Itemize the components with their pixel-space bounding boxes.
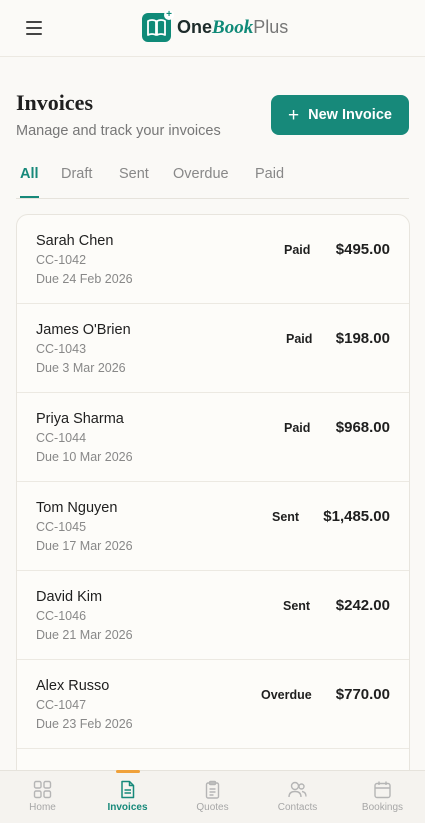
due-date: Due 3 Mar 2026 [36, 361, 126, 375]
invoice-row[interactable]: Priya Sharma CC-1044 Due 10 Mar 2026 Pai… [17, 393, 409, 482]
tab-sent[interactable]: Sent [119, 166, 149, 196]
page-subtitle: Manage and track your invoices [16, 123, 221, 139]
new-invoice-label: New Invoice [308, 107, 392, 123]
invoice-amount: $1,485.00 [323, 508, 390, 525]
brand-name: OneBookPlus [177, 17, 288, 39]
due-date: Due 10 Mar 2026 [36, 450, 133, 464]
invoice-amount: $495.00 [335, 241, 390, 258]
invoice-row[interactable]: David Kim CC-1046 Due 21 Mar 2026 Sent $… [17, 571, 409, 660]
invoice-row[interactable]: James O'Brien CC-1043 Due 3 Mar 2026 Pai… [17, 304, 409, 393]
nav-contacts[interactable]: Contacts [255, 771, 340, 823]
invoice-filter-tabs: All Draft Sent Overdue Paid [16, 160, 409, 199]
invoice-row[interactable]: Alex Russo CC-1047 Due 23 Feb 2026 Overd… [17, 660, 409, 749]
invoice-list: Sarah Chen CC-1042 Due 24 Feb 2026 Paid … [16, 214, 410, 823]
tab-all[interactable]: All [20, 166, 39, 198]
status-badge: Sent [283, 599, 311, 613]
invoice-number: CC-1047 [36, 698, 87, 712]
client-name: Tom Nguyen [36, 500, 118, 516]
due-date: Due 17 Mar 2026 [36, 539, 133, 553]
client-name: Alex Russo [36, 678, 110, 694]
active-indicator [116, 770, 140, 773]
invoice-number: CC-1046 [36, 609, 87, 623]
invoice-amount: $770.00 [335, 686, 390, 703]
document-icon [121, 780, 135, 799]
due-date: Due 21 Mar 2026 [36, 628, 133, 642]
client-name: Priya Sharma [36, 411, 124, 427]
tab-overdue[interactable]: Overdue [173, 166, 229, 196]
tab-paid[interactable]: Paid [255, 166, 284, 196]
status-badge: Paid [284, 421, 311, 435]
client-name: Sarah Chen [36, 233, 114, 249]
book-icon: + [142, 10, 174, 42]
nav-invoices-label: Invoices [107, 802, 148, 813]
client-name: James O'Brien [36, 322, 131, 338]
invoice-amount: $968.00 [335, 419, 390, 436]
bottom-navigation: Home Invoices Quotes Contacts Bookings [0, 770, 425, 823]
client-name: David Kim [36, 589, 103, 605]
invoice-row[interactable]: Sarah Chen CC-1042 Due 24 Feb 2026 Paid … [17, 215, 409, 304]
nav-home-label: Home [29, 802, 56, 813]
invoice-amount: $242.00 [335, 597, 390, 614]
new-invoice-button[interactable]: + New Invoice [271, 95, 409, 135]
brand-name-book: Book [212, 16, 254, 38]
brand-name-one: One [177, 16, 213, 37]
hamburger-menu-icon[interactable] [26, 21, 42, 35]
nav-home[interactable]: Home [0, 771, 85, 823]
nav-contacts-label: Contacts [277, 802, 318, 813]
nav-quotes[interactable]: Quotes [170, 771, 255, 823]
users-icon [288, 781, 307, 798]
invoice-amount: $198.00 [335, 330, 390, 347]
tab-draft[interactable]: Draft [61, 166, 92, 196]
status-badge: Overdue [261, 688, 312, 702]
brand-logo[interactable]: + OneBookPlus [142, 10, 288, 42]
top-bar: + OneBookPlus [0, 0, 425, 57]
status-badge: Sent [272, 510, 300, 524]
nav-invoices[interactable]: Invoices [85, 770, 170, 823]
nav-bookings-label: Bookings [361, 802, 404, 813]
due-date: Due 24 Feb 2026 [36, 272, 133, 286]
invoice-number: CC-1044 [36, 431, 87, 445]
invoice-number: CC-1043 [36, 342, 87, 356]
invoice-number: CC-1045 [36, 520, 87, 534]
plus-icon: + [288, 104, 300, 126]
clipboard-icon [205, 780, 220, 799]
status-badge: Paid [286, 332, 313, 346]
invoice-number: CC-1042 [36, 253, 87, 267]
brand-name-plus: Plus [253, 16, 289, 37]
nav-bookings[interactable]: Bookings [340, 771, 425, 823]
calendar-icon [374, 781, 391, 799]
status-badge: Paid [284, 243, 311, 257]
nav-quotes-label: Quotes [196, 802, 229, 813]
invoice-row[interactable]: Tom Nguyen CC-1045 Due 17 Mar 2026 Sent … [17, 482, 409, 571]
due-date: Due 23 Feb 2026 [36, 717, 133, 731]
page-title: Invoices [16, 90, 93, 115]
grid-icon [33, 780, 52, 799]
